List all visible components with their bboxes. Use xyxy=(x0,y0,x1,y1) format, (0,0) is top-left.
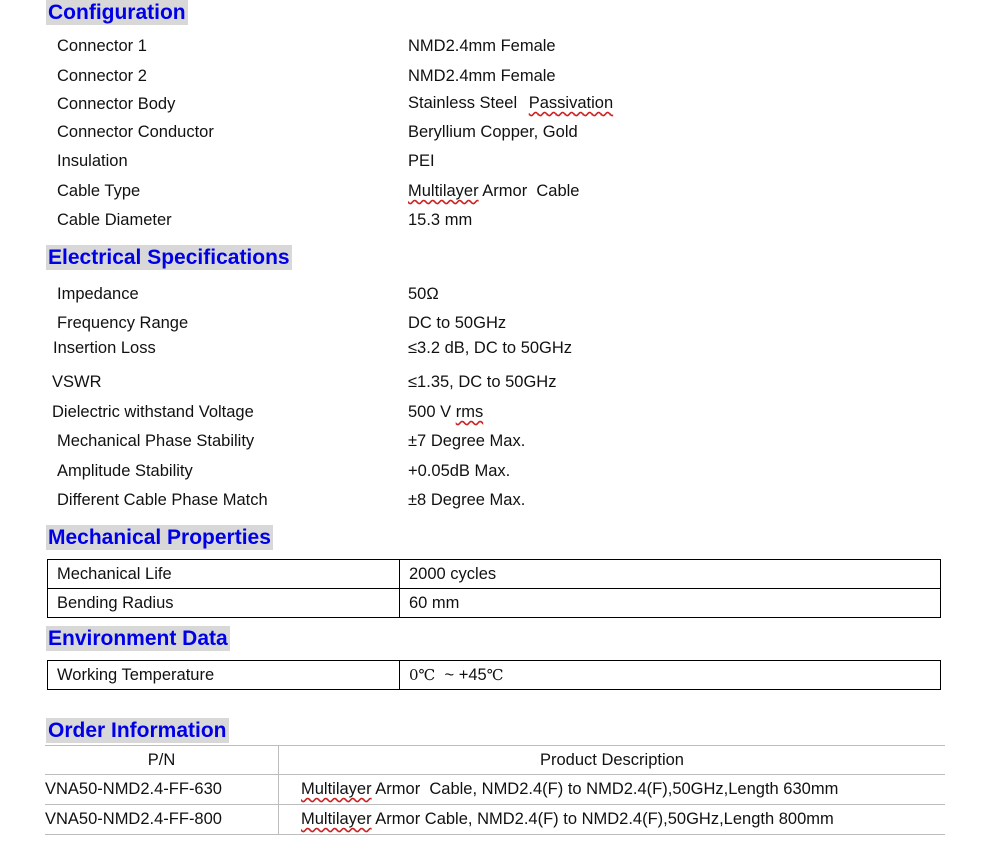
spec-label: VSWR xyxy=(52,373,102,391)
spec-label: Connector Body xyxy=(57,95,176,113)
spec-value: Stainless Steel Passivation xyxy=(408,94,614,112)
spellcheck-word: Multilayer xyxy=(301,780,372,798)
table-row: Mechanical Life 2000 cycles xyxy=(47,559,941,589)
spec-value: PEI xyxy=(408,152,435,170)
mechanical-table: Mechanical Life 2000 cycles Bending Radi… xyxy=(47,559,941,618)
spec-label: Amplitude Stability xyxy=(57,462,193,480)
order-pn: VNA50-NMD2.4-FF-800 xyxy=(45,804,279,835)
spec-label: Connector 1 xyxy=(57,37,147,55)
order-table: P/N Product Description VNA50-NMD2.4-FF-… xyxy=(45,745,945,835)
spec-value: 500 V rms xyxy=(408,403,484,421)
spec-label: Insulation xyxy=(57,152,128,170)
spec-value: DC to 50GHz xyxy=(408,314,507,332)
spec-value: NMD2.4mm Female xyxy=(408,67,556,85)
spec-label: Insertion Loss xyxy=(53,339,156,357)
order-heading: Order Information xyxy=(46,718,229,743)
order-description: Multilayer Armor Cable, NMD2.4(F) to NMD… xyxy=(278,804,945,835)
column-header-description: Product Description xyxy=(278,745,945,775)
spellcheck-word: Multilayer xyxy=(301,810,372,828)
table-cell-value: 2000 cycles xyxy=(399,559,941,589)
table-cell-label: Mechanical Life xyxy=(47,559,400,589)
table-header-row: P/N Product Description xyxy=(45,745,945,775)
spec-label: Frequency Range xyxy=(57,314,189,332)
spellcheck-word: Passivation xyxy=(528,94,614,112)
spec-value: Beryllium Copper, Gold xyxy=(408,123,578,141)
table-row: VNA50-NMD2.4-FF-800 Multilayer Armor Cab… xyxy=(45,804,945,835)
mechanical-heading: Mechanical Properties xyxy=(46,525,273,550)
spec-label: Impedance xyxy=(57,285,139,303)
environment-heading: Environment Data xyxy=(46,626,230,651)
spec-value: ±7 Degree Max. xyxy=(408,432,526,450)
spec-label: Cable Type xyxy=(57,182,141,200)
order-pn: VNA50-NMD2.4-FF-630 xyxy=(45,774,279,805)
spec-value: ≤3.2 dB, DC to 50GHz xyxy=(408,339,573,357)
table-row: VNA50-NMD2.4-FF-630 Multilayer Armor Cab… xyxy=(45,774,945,805)
spec-value: ±8 Degree Max. xyxy=(408,491,526,509)
column-header-pn: P/N xyxy=(45,745,279,775)
order-description: Multilayer Armor Cable, NMD2.4(F) to NMD… xyxy=(278,774,945,805)
spec-label: Connector Conductor xyxy=(57,123,214,141)
table-cell-value: 0℃ ~ +45℃ xyxy=(399,660,941,690)
spec-value: Multilayer Armor Cable xyxy=(408,182,580,200)
spec-label: Connector 2 xyxy=(57,67,147,85)
environment-table: Working Temperature 0℃ ~ +45℃ xyxy=(47,660,941,690)
spec-label: Mechanical Phase Stability xyxy=(57,432,255,450)
configuration-heading: Configuration xyxy=(46,0,188,25)
spec-label: Dielectric withstand Voltage xyxy=(52,403,254,421)
table-row: Bending Radius 60 mm xyxy=(47,588,941,618)
spec-label: Different Cable Phase Match xyxy=(57,491,268,509)
spec-value: NMD2.4mm Female xyxy=(408,37,556,55)
electrical-heading: Electrical Specifications xyxy=(46,245,292,270)
spellcheck-word: rms xyxy=(455,403,484,421)
table-cell-value: 60 mm xyxy=(399,588,941,618)
table-row: Working Temperature 0℃ ~ +45℃ xyxy=(47,660,941,690)
spellcheck-word: Multilayer xyxy=(408,182,479,200)
table-cell-label: Working Temperature xyxy=(47,660,400,690)
table-cell-label: Bending Radius xyxy=(47,588,400,618)
spec-label: Cable Diameter xyxy=(57,211,172,229)
spec-value: 15.3 mm xyxy=(408,211,473,229)
spec-value: 50Ω xyxy=(408,285,439,303)
spec-value: +0.05dB Max. xyxy=(408,462,511,480)
spec-value: ≤1.35, DC to 50GHz xyxy=(408,373,557,391)
